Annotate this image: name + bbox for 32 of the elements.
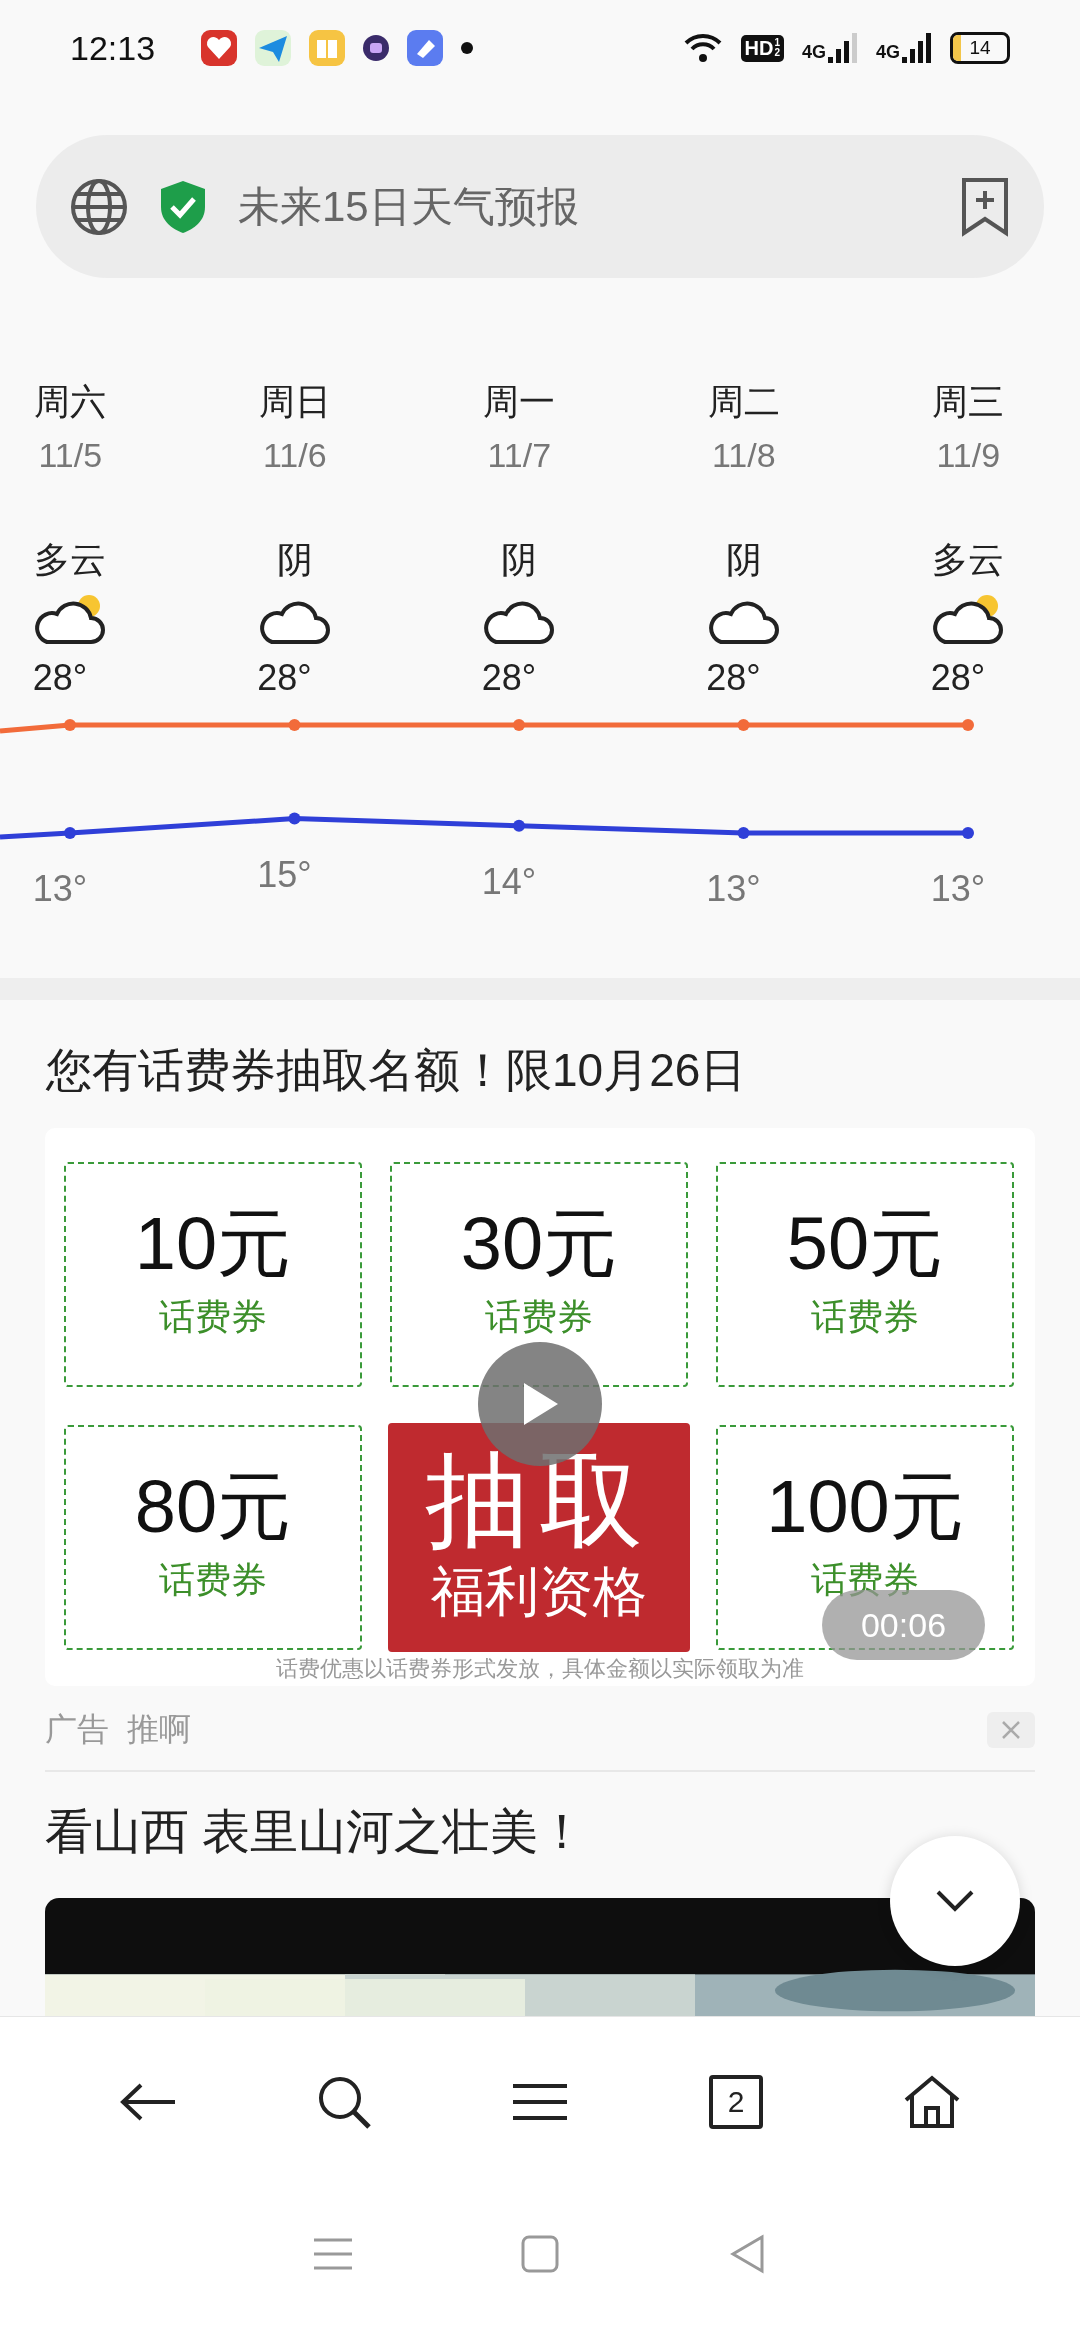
- temperature-label: 28°: [481, 657, 537, 698]
- temperature-label: 15°: [257, 853, 312, 895]
- temperature-label: 13°: [706, 868, 761, 909]
- weekday-label: 周二: [707, 380, 780, 424]
- weather-condition: 多云: [34, 538, 107, 582]
- weather-condition: 阴: [276, 538, 313, 582]
- weather-condition: 阴: [725, 538, 762, 582]
- weekday-label: 周六: [34, 380, 107, 424]
- date-label: 11/9: [936, 436, 1001, 476]
- battery-icon: 14: [950, 32, 1010, 64]
- date-label: 11/5: [38, 436, 103, 476]
- date-label: 11/6: [262, 436, 327, 476]
- ad-title: 您有话费券抽取名额！限10月26日: [45, 1043, 748, 1098]
- network-label: 4G: [801, 42, 826, 63]
- temperature-label: 28°: [930, 657, 986, 698]
- disclaimer-text: 话费优惠以话费券形式发放，具体金额以实际领取为准: [275, 1655, 805, 1683]
- weekday-label: 周三: [932, 380, 1005, 424]
- ad-source-label: 广告 推啊: [45, 1710, 191, 1749]
- temperature-label: 28°: [32, 657, 88, 698]
- weekday-label: 周一: [483, 380, 556, 424]
- clock: 12:13: [70, 28, 156, 68]
- weekday-label: 周日: [258, 380, 331, 424]
- date-label: 11/7: [487, 436, 552, 476]
- date-label: 11/8: [711, 436, 776, 476]
- weather-condition: 多云: [932, 538, 1005, 582]
- network-label: 4G: [876, 42, 900, 63]
- temperature-label: 14°: [481, 860, 537, 902]
- weather-condition: 阴: [501, 538, 538, 582]
- temperature-label: 28°: [706, 657, 761, 698]
- temperature-label: 13°: [930, 868, 986, 909]
- temperature-label: 28°: [257, 657, 312, 698]
- temperature-label: 13°: [32, 868, 88, 909]
